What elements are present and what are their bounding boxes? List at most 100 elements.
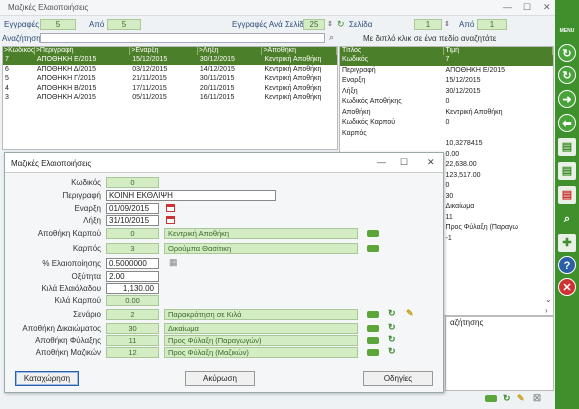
scenario-code-field[interactable]: 2 xyxy=(106,309,159,320)
per-page-spinner-icon[interactable]: ⇕ xyxy=(327,20,333,28)
bottom-go-icon[interactable] xyxy=(485,395,497,402)
col-header-end[interactable]: >Λήξη xyxy=(198,47,263,55)
rights-warehouse-code[interactable]: 30 xyxy=(106,323,159,334)
minimize-icon[interactable]: — xyxy=(503,2,512,12)
detail-col-value[interactable]: Τιμή xyxy=(444,47,553,55)
col-header-start[interactable]: >Εναρξη xyxy=(130,47,198,55)
page-spinner-icon[interactable]: ⇕ xyxy=(444,20,450,28)
rights-warehouse-name: Δικαίωμα xyxy=(164,323,358,334)
help-icon[interactable]: ? xyxy=(558,256,576,274)
close-icon[interactable]: ✕ xyxy=(543,2,551,13)
search-tool-icon[interactable]: ⌕ xyxy=(558,210,576,228)
scenario-lookup-icon[interactable] xyxy=(367,311,379,318)
rights-warehouse-refresh-icon[interactable]: ↻ xyxy=(388,322,396,333)
warehouse-name-field: Κεντρική Αποθήκη xyxy=(164,228,358,239)
storage-warehouse-refresh-icon[interactable]: ↻ xyxy=(388,334,396,345)
dialog-minimize-icon[interactable]: — xyxy=(377,157,386,167)
detail-col-title[interactable]: Τίτλος xyxy=(340,47,444,55)
storage-warehouse-lookup-icon[interactable] xyxy=(367,337,379,344)
cell-warehouse: Κεντρική Αποθήκη xyxy=(264,75,322,82)
bottom-edit-icon[interactable]: ✎ xyxy=(517,393,525,404)
maximize-icon[interactable]: ☐ xyxy=(523,2,531,13)
menu-label[interactable]: MENU xyxy=(555,28,579,34)
detail-key: Αποθήκη xyxy=(342,108,371,116)
bulk-warehouse-code[interactable]: 12 xyxy=(106,347,159,358)
cancel-button[interactable]: Ακύρωση xyxy=(185,371,255,386)
scenario-refresh-icon[interactable]: ↻ xyxy=(388,308,396,319)
col-header-warehouse[interactable]: >Αποθήκη xyxy=(262,47,337,55)
new-document-icon[interactable]: ▤ xyxy=(558,138,576,156)
dialog-title: Μαζικές Ελαιοποιήσεις xyxy=(11,159,92,168)
detail-row[interactable]: Κωδικός Αποθήκης 0 xyxy=(340,97,553,108)
warehouse-code-field[interactable]: 0 xyxy=(106,228,159,239)
detail-value: 0 xyxy=(445,182,450,189)
per-page-value[interactable]: 25 xyxy=(303,19,325,30)
oil-kg-field[interactable]: 1,130.00 xyxy=(106,283,159,294)
table-row[interactable]: 7 ΑΠΟΘΗΚΗ Ε/2015 15/12/2015 30/12/2015 Κ… xyxy=(3,55,337,65)
cell-end: 30/11/2015 xyxy=(199,75,235,82)
fruit-label: Καρπός xyxy=(72,244,101,253)
reload-icon[interactable]: ↻ xyxy=(558,66,576,84)
detail-key: Περιγραφή xyxy=(342,66,376,74)
dialog-close-icon[interactable]: ✕ xyxy=(427,157,435,168)
cell-description: ΑΠΟΘΗΚΗ Δ/2015 xyxy=(36,65,96,73)
col-header-code[interactable]: >Κωδικός xyxy=(3,47,35,55)
save-button[interactable]: Καταχώρηση xyxy=(15,371,79,386)
edit-document-icon[interactable]: ▤ xyxy=(558,162,576,180)
end-date-field[interactable]: 31/10/2015 xyxy=(106,215,159,226)
oilification-pct-label: % Ελαιοποίησης xyxy=(42,259,101,268)
detail-row[interactable]: Περιγραφή ΑΠΟΘΗΚΗ Ε/2015 xyxy=(340,66,553,77)
scenario-edit-icon[interactable]: ✎ xyxy=(406,308,414,319)
cell-description: ΑΠΟΘΗΚΗ Α/2015 xyxy=(36,94,96,101)
refresh-page-icon[interactable]: ↻ xyxy=(337,19,345,30)
end-calendar-icon[interactable] xyxy=(166,216,175,224)
help-button[interactable]: Οδηγίες xyxy=(363,371,433,386)
detail-row[interactable]: Κωδικός Καρπού 0 xyxy=(340,118,553,129)
bottom-close-icon[interactable]: ☒ xyxy=(533,393,541,404)
detail-row[interactable]: Αποθήκη Κεντρική Αποθήκη xyxy=(340,108,553,119)
fruit-lookup-icon[interactable] xyxy=(367,245,379,252)
bulk-warehouse-refresh-icon[interactable]: ↻ xyxy=(388,346,396,357)
oilification-pct-field[interactable]: 0.5000000 xyxy=(106,258,159,269)
bottom-refresh-icon[interactable]: ↻ xyxy=(503,393,511,404)
page-value[interactable]: 1 xyxy=(414,19,442,30)
search-input[interactable] xyxy=(40,33,325,43)
table-row[interactable]: 4 ΑΠΟΘΗΚΗ Β/2015 17/11/2015 20/11/2015 Κ… xyxy=(3,84,337,94)
acidity-field[interactable]: 2.00 xyxy=(106,271,159,282)
dialog-maximize-icon[interactable]: ☐ xyxy=(400,157,408,168)
start-calendar-icon[interactable] xyxy=(166,204,175,212)
cell-description: ΑΠΟΘΗΚΗ Γ/2015 xyxy=(36,75,96,82)
exit-icon[interactable]: ✕ xyxy=(558,278,576,296)
bottom-toolbar: ↻ ✎ ☒ xyxy=(445,391,554,407)
rights-warehouse-lookup-icon[interactable] xyxy=(367,325,379,332)
detail-row[interactable]: 10,3278415 xyxy=(340,139,553,150)
cell-start: 17/11/2015 xyxy=(132,84,167,92)
start-date-field[interactable]: 01/09/2015 xyxy=(106,203,159,214)
add-icon[interactable]: ✚ xyxy=(558,234,576,252)
detail-row[interactable]: Καρπός xyxy=(340,129,553,140)
refresh-icon[interactable]: ↻ xyxy=(558,44,576,62)
delete-document-icon[interactable]: ▤ xyxy=(558,186,576,204)
table-row[interactable]: 3 ΑΠΟΘΗΚΗ Α/2015 05/11/2015 16/11/2015 Κ… xyxy=(3,93,337,103)
detail-scroll-down-icon[interactable]: ⌄ xyxy=(545,295,552,304)
table-row[interactable]: 5 ΑΠΟΘΗΚΗ Γ/2015 21/11/2015 30/11/2015 Κ… xyxy=(3,74,337,84)
detail-value: 15/12/2015 xyxy=(445,77,481,84)
col-header-description[interactable]: >Περιγραφή xyxy=(35,47,131,55)
detail-value: 30 xyxy=(445,192,454,200)
calculator-icon[interactable]: ▦ xyxy=(169,257,178,268)
storage-warehouse-label: Αποθήκη Φύλαξης xyxy=(35,336,101,345)
next-icon[interactable]: ➜ xyxy=(558,90,576,108)
search-icon[interactable]: ⌕ xyxy=(329,32,334,43)
table-row[interactable]: 6 ΑΠΟΘΗΚΗ Δ/2015 03/12/2015 14/12/2015 Κ… xyxy=(3,65,337,75)
previous-icon[interactable]: ⬅ xyxy=(558,114,576,132)
warehouse-lookup-icon[interactable] xyxy=(367,230,379,237)
storage-warehouse-code[interactable]: 11 xyxy=(106,335,159,346)
detail-row[interactable]: Εναρξη 15/12/2015 xyxy=(340,76,553,87)
detail-scroll-right-icon[interactable]: › xyxy=(545,306,548,315)
fruit-code-field[interactable]: 3 xyxy=(106,243,159,254)
cell-warehouse: Κεντρική Αποθήκη xyxy=(264,84,322,92)
bulk-warehouse-lookup-icon[interactable] xyxy=(367,349,379,356)
detail-row[interactable]: Κωδικός 7 xyxy=(340,55,553,66)
description-field[interactable]: ΚΟΙΝΗ ΕΚΘΛΙΨΗ xyxy=(106,190,276,201)
detail-row[interactable]: Λήξη 30/12/2015 xyxy=(340,87,553,98)
